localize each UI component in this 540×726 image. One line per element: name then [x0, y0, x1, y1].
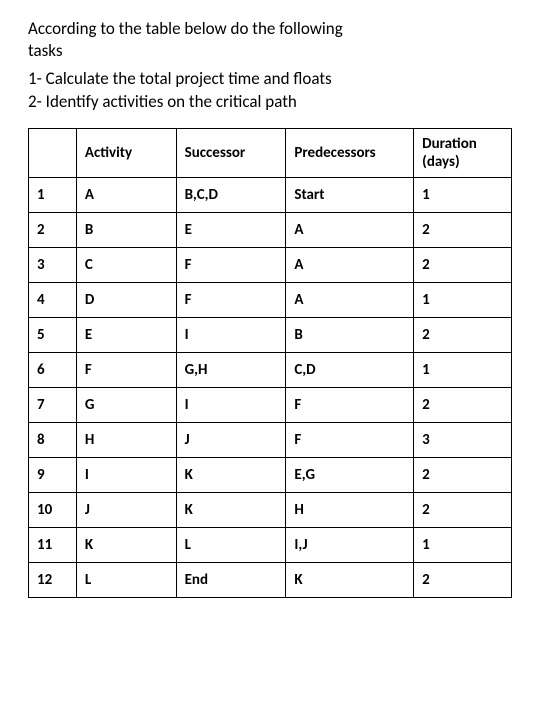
cell-predecessors: H: [286, 493, 414, 528]
cell-duration: 3: [414, 423, 512, 458]
cell-num: 10: [29, 493, 77, 528]
table-row: 9 I K E,G 2: [29, 458, 512, 493]
cell-predecessors: K: [286, 563, 414, 598]
table-body: 1 A B,C,D Start 1 2 B E A 2 3 C F A 2 4 …: [29, 178, 512, 598]
cell-successor: E: [176, 213, 286, 248]
cell-successor: G,H: [176, 353, 286, 388]
cell-activity: B: [76, 213, 176, 248]
cell-num: 7: [29, 388, 77, 423]
cell-duration: 1: [414, 178, 512, 213]
cell-successor: K: [176, 493, 286, 528]
cell-duration: 1: [414, 528, 512, 563]
cell-predecessors: E,G: [286, 458, 414, 493]
cell-successor: F: [176, 248, 286, 283]
cell-predecessors: C,D: [286, 353, 414, 388]
cell-activity: D: [76, 283, 176, 318]
cell-predecessors: I,J: [286, 528, 414, 563]
cell-duration: 2: [414, 318, 512, 353]
header-duration: Duration (days): [414, 129, 512, 178]
intro-text: According to the table below do the foll…: [28, 18, 368, 62]
cell-num: 4: [29, 283, 77, 318]
activity-table: Activity Successor Predecessors Duration…: [28, 128, 512, 598]
header-duration-line1: Duration: [422, 135, 503, 153]
cell-successor: F: [176, 283, 286, 318]
table-header-row: Activity Successor Predecessors Duration…: [29, 129, 512, 178]
cell-successor: End: [176, 563, 286, 598]
cell-duration: 2: [414, 458, 512, 493]
cell-predecessors: A: [286, 213, 414, 248]
header-num: [29, 129, 77, 178]
tasks-list: 1- Calculate the total project time and …: [28, 68, 512, 114]
cell-activity: L: [76, 563, 176, 598]
cell-num: 1: [29, 178, 77, 213]
cell-activity: C: [76, 248, 176, 283]
cell-predecessors: B: [286, 318, 414, 353]
cell-num: 5: [29, 318, 77, 353]
cell-num: 3: [29, 248, 77, 283]
cell-activity: F: [76, 353, 176, 388]
cell-duration: 1: [414, 283, 512, 318]
table-row: 4 D F A 1: [29, 283, 512, 318]
cell-activity: J: [76, 493, 176, 528]
table-row: 11 K L I,J 1: [29, 528, 512, 563]
cell-duration: 1: [414, 353, 512, 388]
cell-duration: 2: [414, 388, 512, 423]
table-row: 8 H J F 3: [29, 423, 512, 458]
cell-successor: I: [176, 318, 286, 353]
header-successor: Successor: [176, 129, 286, 178]
table-row: 2 B E A 2: [29, 213, 512, 248]
task-1: 1- Calculate the total project time and …: [28, 68, 512, 91]
cell-successor: I: [176, 388, 286, 423]
cell-activity: I: [76, 458, 176, 493]
cell-num: 2: [29, 213, 77, 248]
cell-activity: H: [76, 423, 176, 458]
cell-successor: J: [176, 423, 286, 458]
cell-num: 9: [29, 458, 77, 493]
cell-predecessors: F: [286, 423, 414, 458]
cell-predecessors: Start: [286, 178, 414, 213]
cell-activity: K: [76, 528, 176, 563]
cell-successor: B,C,D: [176, 178, 286, 213]
table-row: 6 F G,H C,D 1: [29, 353, 512, 388]
cell-num: 6: [29, 353, 77, 388]
cell-activity: A: [76, 178, 176, 213]
task-2: 2- Identify activities on the critical p…: [28, 91, 512, 114]
header-activity: Activity: [76, 129, 176, 178]
cell-predecessors: A: [286, 248, 414, 283]
table-row: 3 C F A 2: [29, 248, 512, 283]
table-row: 10 J K H 2: [29, 493, 512, 528]
cell-activity: G: [76, 388, 176, 423]
table-row: 7 G I F 2: [29, 388, 512, 423]
cell-duration: 2: [414, 563, 512, 598]
cell-num: 11: [29, 528, 77, 563]
cell-predecessors: F: [286, 388, 414, 423]
cell-activity: E: [76, 318, 176, 353]
cell-successor: K: [176, 458, 286, 493]
table-row: 1 A B,C,D Start 1: [29, 178, 512, 213]
cell-duration: 2: [414, 493, 512, 528]
cell-num: 8: [29, 423, 77, 458]
cell-predecessors: A: [286, 283, 414, 318]
header-duration-line2: (days): [422, 153, 503, 171]
cell-duration: 2: [414, 213, 512, 248]
table-row: 12 L End K 2: [29, 563, 512, 598]
table-row: 5 E I B 2: [29, 318, 512, 353]
cell-duration: 2: [414, 248, 512, 283]
cell-num: 12: [29, 563, 77, 598]
cell-successor: L: [176, 528, 286, 563]
header-predecessors: Predecessors: [286, 129, 414, 178]
